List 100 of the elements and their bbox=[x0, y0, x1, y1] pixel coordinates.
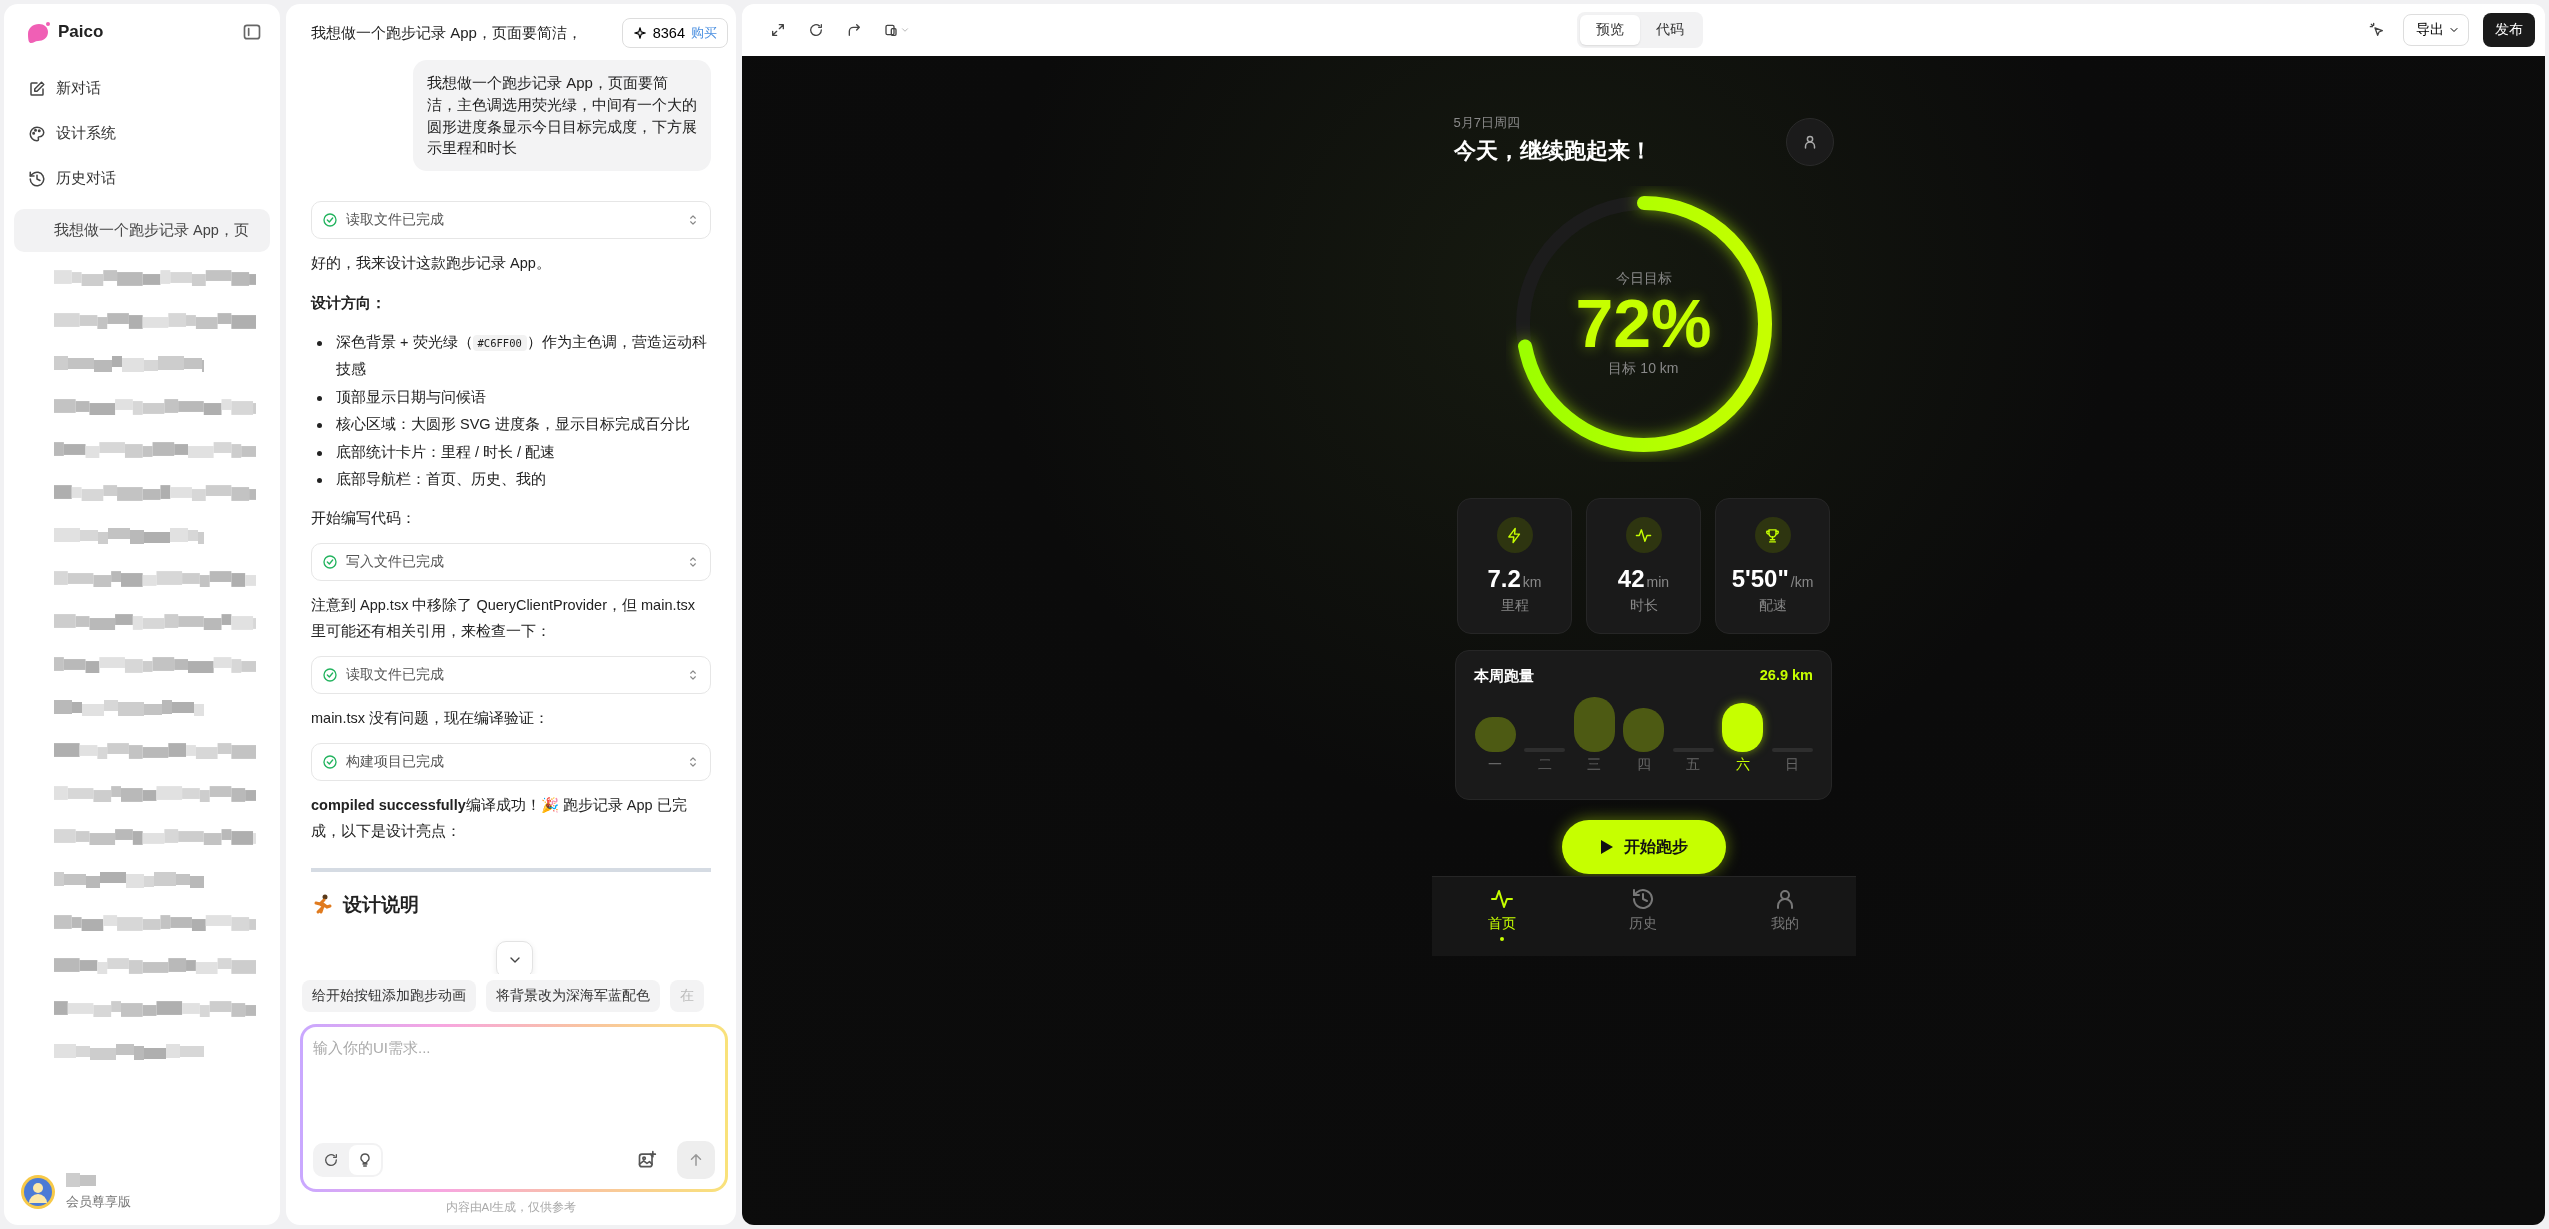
scroll-down-button[interactable] bbox=[496, 941, 533, 974]
greeting-text: 今天，继续跑起来！ bbox=[1453, 137, 1652, 165]
tool-status-button[interactable]: 构建项目已完成 bbox=[311, 743, 711, 782]
profile-button[interactable] bbox=[1785, 118, 1834, 166]
send-button[interactable] bbox=[677, 1141, 715, 1179]
goal-target: 目标 10 km bbox=[1608, 359, 1679, 378]
day-label: 六 bbox=[1735, 756, 1750, 774]
message-text: 好的，我来设计这款跑步记录 App。 bbox=[311, 254, 552, 273]
palette-icon bbox=[28, 124, 46, 143]
refresh-icon bbox=[323, 1152, 339, 1168]
message-heading: 设计方向： bbox=[311, 293, 387, 314]
pulse-icon bbox=[1490, 887, 1515, 911]
check-circle-icon bbox=[322, 212, 338, 228]
app-name: Paico bbox=[58, 22, 104, 42]
devices-icon bbox=[884, 22, 900, 38]
day-bar bbox=[1474, 717, 1516, 752]
day-bar bbox=[1722, 703, 1763, 752]
caret-icon bbox=[900, 25, 910, 35]
list-item-text: 底部导航栏：首页、历史、我的 bbox=[336, 470, 546, 490]
pulse-icon bbox=[1635, 526, 1652, 544]
avatar[interactable] bbox=[20, 1174, 56, 1210]
section-heading: 设计说明 bbox=[343, 893, 419, 918]
tab-item[interactable]: 我的 bbox=[1754, 887, 1815, 933]
export-button[interactable]: 导出 bbox=[2403, 14, 2469, 46]
bullet-icon bbox=[317, 340, 322, 346]
check-circle-icon bbox=[322, 554, 338, 571]
check-circle-icon bbox=[322, 754, 338, 771]
list-item-text: 核心区域：大圆形 SVG 进度条，显示目标完成百分比 bbox=[336, 415, 690, 435]
message-text: compiled successfully编译成功！🎉 跑步记录 App 已完成，以下是设计亮点： bbox=[311, 796, 688, 841]
stat-label: 配速 bbox=[1758, 597, 1787, 615]
stat-value: 7.2 bbox=[1487, 565, 1521, 593]
day-label: 五 bbox=[1686, 756, 1700, 774]
stat-unit: km bbox=[1522, 574, 1542, 590]
history-icon bbox=[28, 169, 46, 188]
tool-status-button[interactable]: 读取文件已完成 bbox=[311, 656, 711, 695]
weekly-total: 26.9 km bbox=[1759, 667, 1813, 685]
stat-unit: /km bbox=[1790, 574, 1814, 590]
tool-status-button[interactable]: 读取文件已完成 bbox=[311, 201, 711, 239]
bullet-icon bbox=[317, 395, 322, 401]
expand-arrows-icon bbox=[770, 22, 786, 38]
day-label: 一 bbox=[1488, 756, 1502, 774]
message-text: 注意到 App.tsx 中移除了 QueryClientProvider，但 main.tsx 里可能还有相关引用，来检查一下： bbox=[311, 596, 696, 641]
stat-label: 时长 bbox=[1629, 597, 1658, 615]
start-run-button[interactable]: 开始跑步 bbox=[1561, 820, 1726, 874]
tab-item[interactable]: 历史 bbox=[1613, 887, 1674, 933]
list-item-text: 深色背景 + 荧光绿（ #C6FF00 ）作为主色调，营造运动科技感 bbox=[336, 332, 708, 380]
sidebar-toggle-icon[interactable] bbox=[242, 22, 262, 42]
conversation-title: 我想做一个跑步记录 App，页面要简洁， bbox=[311, 23, 582, 43]
disclaimer-text: 内容由AI生成，仅供参考 bbox=[444, 1200, 578, 1215]
history-icon bbox=[1631, 887, 1656, 911]
stat-label: 里程 bbox=[1500, 597, 1529, 615]
bullet-icon bbox=[317, 423, 322, 429]
nav-item[interactable]: 新对话 bbox=[14, 66, 270, 111]
idea-button[interactable] bbox=[349, 1145, 381, 1175]
trophy-icon bbox=[1764, 526, 1781, 544]
membership-label: 会员尊享版 bbox=[66, 1193, 131, 1211]
redo-icon bbox=[846, 22, 862, 38]
lightbulb-icon bbox=[357, 1152, 373, 1168]
suggestion-chip[interactable]: 给开始按钮添加跑步动画 bbox=[302, 980, 476, 1012]
goal-percent: 72% bbox=[1575, 288, 1712, 360]
day-label: 二 bbox=[1537, 756, 1552, 774]
play-icon bbox=[1599, 839, 1614, 855]
edit-icon bbox=[28, 79, 46, 98]
suggestion-chip[interactable]: 将背景改为深海军蓝配色 bbox=[486, 980, 660, 1012]
list-item-text: 底部统计卡片：里程 / 时长 / 配速 bbox=[336, 442, 556, 462]
message-text: main.tsx 没有问题，现在编译验证： bbox=[311, 709, 550, 729]
sparkle-icon bbox=[632, 26, 647, 40]
nav-item[interactable]: 设计系统 bbox=[14, 111, 270, 156]
blurred-text bbox=[66, 1173, 96, 1189]
active-dot bbox=[1500, 937, 1505, 941]
history-item[interactable]: 我想做一个跑步记录 App，页 bbox=[14, 209, 270, 252]
user-message: 我想做一个跑步记录 App，页面要简洁，主色调选用荧光绿，中间有一个大的圆形进度条显示今日目标完成度，下方展示里程和时长 bbox=[413, 60, 711, 171]
lightning-icon bbox=[1506, 526, 1523, 544]
stat-value: 5'50" bbox=[1731, 565, 1789, 593]
goal-label: 今日目标 bbox=[1615, 270, 1672, 289]
view-tab[interactable]: 预览 bbox=[1579, 15, 1640, 45]
bullet-icon bbox=[317, 478, 322, 484]
day-label: 四 bbox=[1636, 756, 1651, 774]
view-tab[interactable]: 代码 bbox=[1639, 15, 1700, 45]
stat-value: 42 bbox=[1617, 565, 1645, 593]
list-item-text: 顶部显示日期与问候语 bbox=[336, 387, 486, 407]
day-bar bbox=[1623, 708, 1664, 752]
reload-icon bbox=[808, 22, 824, 38]
day-bar bbox=[1573, 697, 1615, 752]
cursor-click-icon bbox=[2369, 22, 2385, 38]
publish-button[interactable]: 发布 bbox=[2483, 13, 2535, 47]
nav-item[interactable]: 历史对话 bbox=[14, 156, 270, 201]
image-plus-icon bbox=[637, 1150, 657, 1170]
tab-item[interactable]: 首页 bbox=[1472, 887, 1533, 941]
prompt-field[interactable]: 输入你的UI需求... bbox=[300, 1024, 728, 1192]
day-label: 日 bbox=[1785, 756, 1799, 774]
message-text: 开始编写代码： bbox=[311, 508, 417, 528]
bullet-icon bbox=[317, 450, 322, 456]
date-text: 5月7日周四 bbox=[1453, 114, 1521, 132]
stat-unit: min bbox=[1646, 574, 1670, 590]
credits-button[interactable]: 8364 购买 bbox=[621, 18, 728, 48]
weekly-title: 本周跑量 bbox=[1474, 667, 1534, 686]
day-label: 三 bbox=[1587, 756, 1601, 774]
tool-status-button[interactable]: 写入文件已完成 bbox=[311, 543, 711, 582]
check-circle-icon bbox=[322, 667, 338, 684]
